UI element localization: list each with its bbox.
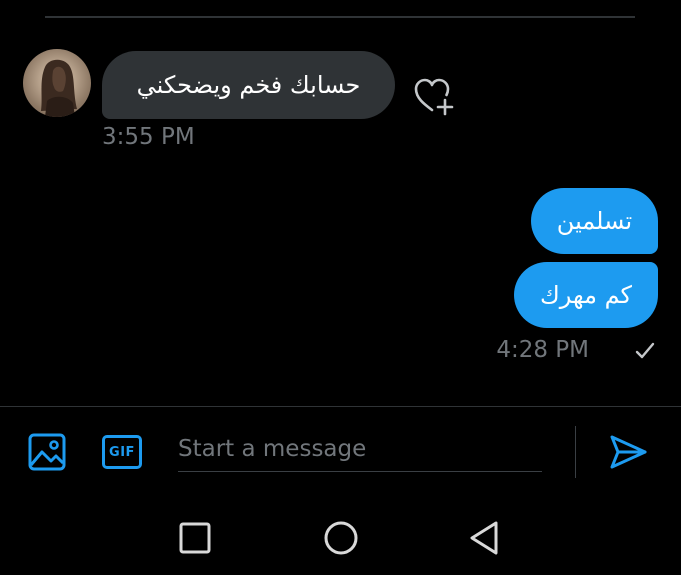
- composer-divider: [0, 406, 681, 407]
- back-button[interactable]: [466, 519, 502, 557]
- incoming-timestamp: 3:55 PM: [102, 124, 195, 150]
- home-icon: [324, 521, 358, 555]
- send-button[interactable]: [607, 432, 649, 472]
- react-button[interactable]: [412, 76, 456, 116]
- add-media-button[interactable]: [27, 432, 67, 472]
- gif-button[interactable]: GIF: [102, 435, 142, 469]
- outgoing-message-bubble[interactable]: تسلمين: [531, 188, 658, 254]
- back-icon: [470, 521, 498, 555]
- send-icon: [610, 435, 647, 469]
- top-divider: [45, 16, 635, 18]
- incoming-message-text: حسابك فخم ويضحكني: [136, 71, 361, 99]
- incoming-message-bubble[interactable]: حسابك فخم ويضحكني: [102, 51, 395, 119]
- checkmark-icon: [635, 342, 655, 359]
- heart-plus-icon: [414, 78, 454, 116]
- gif-label: GIF: [109, 444, 135, 460]
- avatar-image: [41, 59, 77, 117]
- outgoing-timestamp: 4:28 PM: [496, 337, 623, 363]
- recent-apps-icon: [179, 522, 211, 554]
- composer-vertical-divider: [575, 426, 576, 478]
- image-icon: [28, 433, 66, 471]
- home-button[interactable]: [322, 519, 360, 557]
- recent-apps-button[interactable]: [178, 521, 212, 555]
- outgoing-time-text: 4:28 PM: [496, 337, 589, 363]
- avatar[interactable]: [23, 49, 91, 117]
- outgoing-message-text: تسلمين: [556, 207, 633, 235]
- outgoing-message-text: كم مهرك: [540, 281, 632, 309]
- message-input[interactable]: [178, 426, 542, 472]
- outgoing-message-bubble[interactable]: كم مهرك: [514, 262, 658, 328]
